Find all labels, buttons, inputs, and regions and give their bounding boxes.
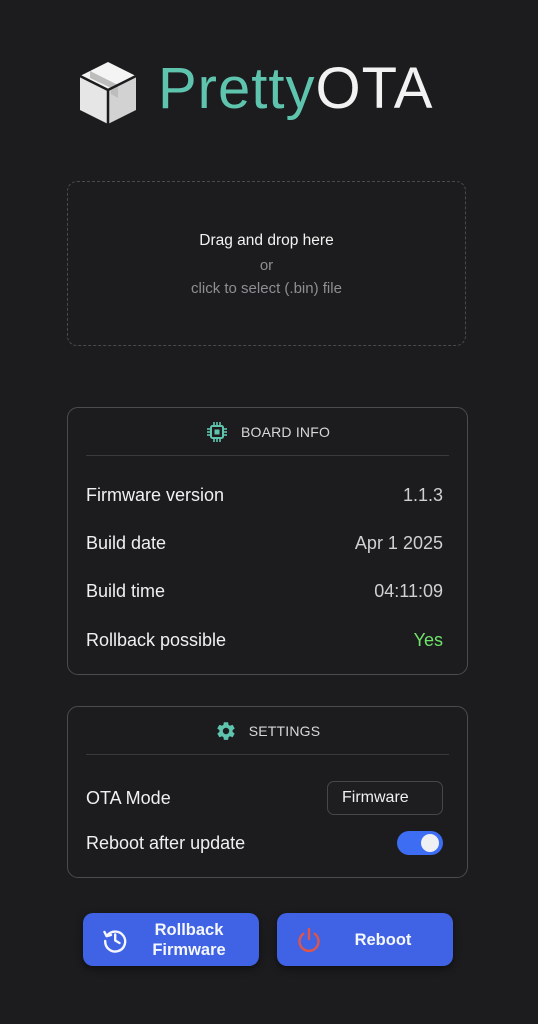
app-logo: PrettyOTA (78, 56, 468, 128)
setting-row-ota-mode: OTA Mode Firmware (86, 781, 443, 815)
info-value: Apr 1 2025 (354, 532, 443, 553)
ota-mode-label: OTA Mode (86, 787, 171, 808)
reboot-button[interactable]: Reboot (277, 913, 453, 966)
info-row-firmware-version: Firmware version 1.1.3 (86, 480, 443, 510)
info-key: Build time (86, 580, 166, 601)
logo-word-pretty: Pretty (158, 56, 316, 121)
reboot-after-update-label: Reboot after update (86, 832, 246, 853)
rollback-label-line2: Firmware (152, 940, 226, 959)
toggle-knob (421, 834, 439, 852)
board-info-title: BOARD INFO (240, 423, 331, 440)
reboot-button-label: Reboot (354, 930, 412, 949)
rollback-button-label: Rollback Firmware (133, 920, 245, 960)
logo-wordmark: PrettyOTA (158, 56, 433, 122)
logo-word-ota: OTA (315, 56, 434, 121)
rollback-status-badge: Yes (413, 629, 443, 650)
settings-card: SETTINGS OTA Mode Firmware Reboot after … (67, 706, 468, 878)
info-row-rollback-possible: Rollback possible Yes (86, 625, 443, 655)
rollback-firmware-button[interactable]: Rollback Firmware (83, 913, 259, 966)
info-value: 1.1.3 (402, 484, 443, 505)
rollback-label-line1: Rollback (154, 920, 224, 939)
reboot-after-update-toggle[interactable] (397, 831, 443, 855)
info-value: 04:11:09 (374, 580, 443, 601)
ota-mode-select[interactable]: Firmware (327, 781, 443, 815)
setting-row-reboot-after-update: Reboot after update (86, 828, 443, 858)
gear-icon (217, 721, 235, 740)
info-key: Firmware version (86, 484, 225, 505)
dropzone-title: Drag and drop here (199, 232, 334, 249)
package-box-icon (79, 62, 137, 124)
firmware-dropzone[interactable]: Drag and drop here or click to select (.… (67, 181, 466, 346)
board-info-header: BOARD INFO (86, 408, 449, 456)
chip-icon (206, 421, 227, 442)
dropzone-or: or (259, 257, 274, 274)
power-icon (298, 927, 320, 953)
history-icon (103, 930, 127, 953)
settings-title: SETTINGS (248, 722, 321, 739)
settings-header: SETTINGS (86, 707, 449, 755)
board-info-card: BOARD INFO Firmware version 1.1.3 Build … (67, 407, 468, 675)
info-key: Build date (86, 532, 167, 553)
info-row-build-time: Build time 04:11:09 (86, 576, 443, 606)
info-row-build-date: Build date Apr 1 2025 (86, 528, 443, 558)
info-key: Rollback possible (86, 629, 227, 650)
dropzone-select-hint: click to select (.bin) file (191, 280, 342, 297)
